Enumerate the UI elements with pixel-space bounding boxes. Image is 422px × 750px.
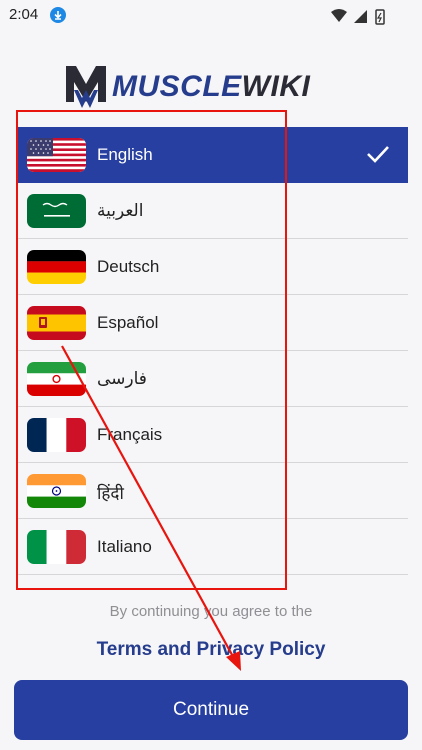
battery-icon xyxy=(375,9,385,25)
consent-text: By continuing you agree to the xyxy=(109,603,313,620)
france-flag-icon xyxy=(27,418,86,452)
italy-flag-icon xyxy=(27,530,86,564)
spain-flag-icon xyxy=(27,306,86,340)
germany-flag-icon xyxy=(27,250,86,284)
language-list[interactable]: English العربية Deutsch Español فارسی Fr… xyxy=(18,127,408,589)
signal-icon xyxy=(354,10,367,23)
status-bar: 2:04 xyxy=(0,0,422,30)
terms-privacy-link[interactable]: Terms and Privacy Policy xyxy=(0,639,422,661)
language-item-italian[interactable]: Italiano xyxy=(18,519,408,575)
download-icon xyxy=(50,7,66,23)
language-label: English xyxy=(97,145,153,164)
language-label: Español xyxy=(97,313,159,332)
language-item-arabic[interactable]: العربية xyxy=(18,183,408,239)
language-item-english[interactable]: English xyxy=(18,127,408,183)
saudi-flag-icon xyxy=(27,194,86,228)
iran-flag-icon xyxy=(27,362,86,396)
logo-word-wiki: WIKI xyxy=(241,70,311,103)
status-time: 2:04 xyxy=(9,6,39,23)
india-flag-icon xyxy=(27,474,86,508)
language-label: فارسی xyxy=(97,369,147,388)
language-item-persian[interactable]: فارسی xyxy=(18,351,408,407)
wifi-icon xyxy=(331,9,347,22)
language-item-hindi[interactable]: हिंदी xyxy=(18,463,408,519)
logo-mark-icon xyxy=(66,66,106,108)
language-item-spanish[interactable]: Español xyxy=(18,295,408,351)
us-flag-icon xyxy=(27,138,86,172)
musclewiki-logo: MUSCLEWIKI xyxy=(64,62,356,110)
logo-word-muscle: MUSCLE xyxy=(112,70,242,103)
language-label: العربية xyxy=(97,201,144,220)
checkmark-icon xyxy=(366,143,390,170)
language-item-french[interactable]: Français xyxy=(18,407,408,463)
language-label: Deutsch xyxy=(97,257,160,276)
language-label: Italiano xyxy=(97,537,152,556)
status-icons xyxy=(330,7,390,30)
language-label: Français xyxy=(97,425,163,444)
language-label: हिंदी xyxy=(97,484,124,503)
language-item-german[interactable]: Deutsch xyxy=(18,239,408,295)
continue-button[interactable]: Continue xyxy=(14,680,408,740)
